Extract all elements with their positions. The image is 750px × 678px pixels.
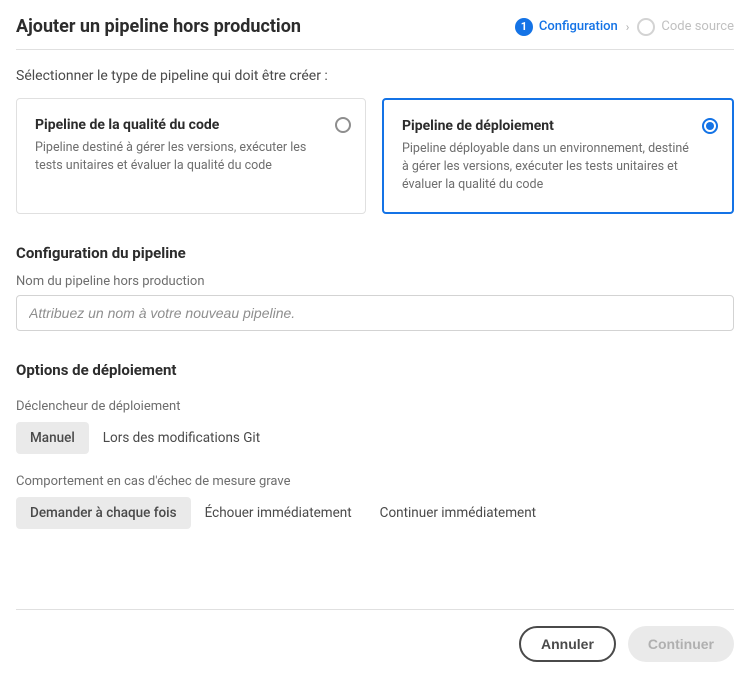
step-number-icon [637,18,655,36]
radio-icon [702,118,718,134]
continue-button[interactable]: Continuer [628,626,734,662]
failure-option-fail[interactable]: Échouer immédiatement [191,497,366,529]
failure-option-ask[interactable]: Demander à chaque fois [16,497,191,529]
trigger-label: Déclencheur de déploiement [16,399,734,414]
trigger-option-manual[interactable]: Manuel [16,422,89,454]
step-label: Configuration [539,19,618,34]
card-description: Pipeline déployable dans un environnemen… [402,140,692,194]
step-code-source: Code source [637,18,734,36]
pipeline-type-code-quality[interactable]: Pipeline de la qualité du code Pipeline … [16,98,366,214]
card-description: Pipeline destiné à gérer les versions, e… [35,139,325,175]
trigger-option-git[interactable]: Lors des modifications Git [89,422,274,454]
config-section-title: Configuration du pipeline [16,244,734,262]
cancel-button[interactable]: Annuler [519,626,616,662]
failure-option-continue[interactable]: Continuer immédiatement [366,497,550,529]
step-label: Code source [661,19,734,34]
pipeline-type-deployment[interactable]: Pipeline de déploiement Pipeline déploya… [382,98,734,214]
name-field-label: Nom du pipeline hors production [16,274,734,289]
pipeline-name-input[interactable] [16,295,734,331]
radio-icon [335,117,351,133]
deployment-section-title: Options de déploiement [16,361,734,379]
trigger-toggle-group: Manuel Lors des modifications Git [16,422,734,454]
step-number-icon: 1 [515,18,533,36]
failure-toggle-group: Demander à chaque fois Échouer immédiate… [16,497,734,529]
card-title: Pipeline de déploiement [402,118,692,134]
page-title: Ajouter un pipeline hors production [16,16,301,37]
chevron-right-icon: › [626,20,630,34]
step-configuration: 1 Configuration [515,18,618,36]
failure-label: Comportement en cas d'échec de mesure gr… [16,474,734,489]
card-title: Pipeline de la qualité du code [35,117,325,133]
selection-prompt: Sélectionner le type de pipeline qui doi… [16,68,734,84]
stepper: 1 Configuration › Code source [515,18,734,36]
